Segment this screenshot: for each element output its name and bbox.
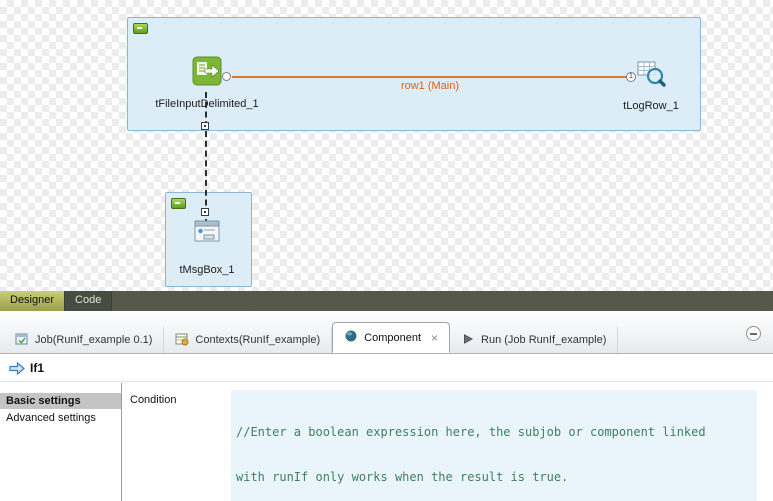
contexts-icon [175, 332, 189, 349]
component-icon [344, 329, 358, 346]
settings-nav: Basic settings Advanced settings [0, 383, 122, 501]
nav-basic-settings[interactable]: Basic settings [0, 393, 121, 409]
anchor-dot-icon [204, 125, 206, 127]
tabs-strip: Job(RunIf_example 0.1) Contexts(RunIf_ex… [4, 322, 618, 353]
job-icon [15, 332, 29, 349]
subjob-collapse-button[interactable] [133, 23, 148, 34]
tab-code[interactable]: Code [65, 291, 112, 311]
component-tfileinputdelimited[interactable]: tFileInputDelimited_1 [145, 56, 269, 110]
tlogrow-icon[interactable] [636, 58, 666, 93]
minus-icon [137, 27, 142, 29]
talend-studio-window: row1 (Main) 1 tFileInputDelimited_1 [0, 0, 773, 501]
minus-icon [175, 202, 180, 204]
tab-job[interactable]: Job(RunIf_example 0.1) [4, 327, 164, 353]
run-icon [461, 332, 475, 349]
nav-advanced-settings[interactable]: Advanced settings [0, 410, 121, 426]
minus-icon [750, 333, 757, 335]
component-label[interactable]: tMsgBox_1 [147, 264, 267, 276]
close-icon[interactable]: × [431, 331, 438, 345]
tab-label: Job(RunIf_example 0.1) [35, 334, 152, 346]
component-tlogrow[interactable]: tLogRow_1 [591, 58, 711, 112]
minimize-button[interactable] [746, 326, 761, 341]
tab-component[interactable]: Component × [332, 322, 450, 353]
view-switch-bar: Designer Code [0, 291, 773, 311]
row-connection-label[interactable]: row1 (Main) [330, 80, 530, 92]
component-label[interactable]: tFileInputDelimited_1 [145, 98, 269, 110]
anchor-dot-icon [204, 211, 206, 213]
runif-trigger-link[interactable] [205, 92, 207, 225]
code-line: with runIf only works when the result is… [236, 470, 752, 485]
condition-editor[interactable]: //Enter a boolean expression here, the s… [231, 390, 757, 501]
code-line: //Enter a boolean expression here, the s… [236, 425, 752, 440]
design-canvas[interactable]: row1 (Main) 1 tFileInputDelimited_1 [0, 0, 773, 291]
trigger-anchor[interactable] [201, 122, 209, 130]
tab-label: Component [364, 332, 421, 344]
editor-tab-bar: Job(RunIf_example 0.1) Contexts(RunIf_ex… [0, 311, 773, 354]
component-title: If1 [30, 361, 44, 375]
component-settings: Basic settings Advanced settings Conditi… [0, 383, 773, 501]
condition-label: Condition [130, 394, 176, 406]
component-tmsgbox[interactable]: tMsgBox_1 [147, 219, 267, 276]
tab-label: Run (Job RunIf_example) [481, 334, 606, 346]
if-arrow-icon [8, 361, 25, 381]
component-panel-header: If1 [0, 354, 773, 382]
row-connection-line[interactable] [232, 76, 627, 78]
trigger-anchor[interactable] [201, 208, 209, 216]
tmsgbox-icon[interactable] [194, 219, 221, 248]
basic-settings-form: Condition //Enter a boolean expression h… [122, 383, 773, 501]
component-label[interactable]: tLogRow_1 [591, 100, 711, 112]
tab-label: Contexts(RunIf_example) [195, 334, 320, 346]
tab-designer[interactable]: Designer [0, 291, 65, 311]
tfileinputdelimited-icon[interactable] [192, 56, 222, 91]
tab-run[interactable]: Run (Job RunIf_example) [450, 327, 618, 353]
subjob-collapse-button[interactable] [171, 198, 186, 209]
tab-contexts[interactable]: Contexts(RunIf_example) [164, 327, 332, 353]
